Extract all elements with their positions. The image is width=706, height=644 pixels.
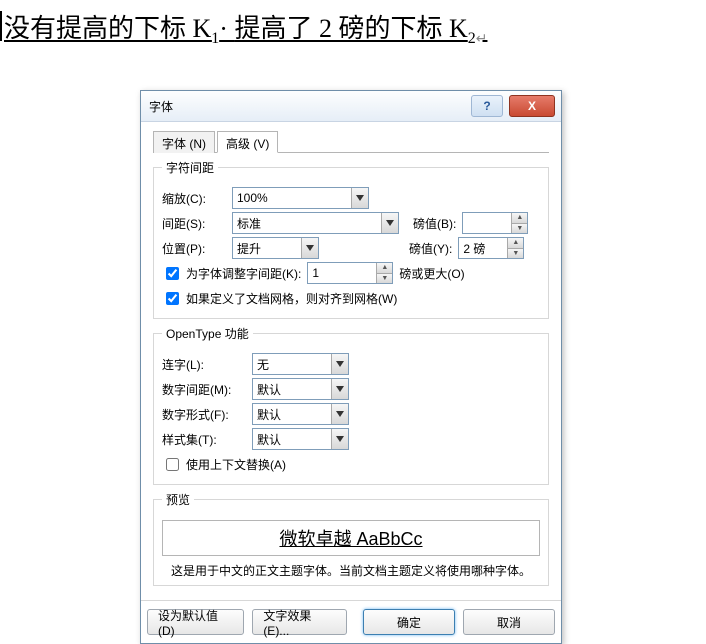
tabstrip: 字体 (N) 高级 (V) bbox=[153, 130, 549, 153]
snapgrid-cb-label: 如果定义了文档网格，则对齐到网格(W) bbox=[186, 290, 397, 307]
help-button[interactable]: ? bbox=[471, 95, 503, 117]
spacing-pt-label: 磅值(B): bbox=[413, 215, 456, 232]
spin-down-icon[interactable]: ▼ bbox=[376, 273, 392, 284]
styleset-input[interactable] bbox=[253, 429, 331, 449]
tab-advanced-label: 高级 (V) bbox=[226, 137, 269, 151]
spacing-input[interactable] bbox=[233, 213, 381, 233]
dropdown-icon[interactable] bbox=[331, 404, 348, 424]
spin-up-icon[interactable]: ▲ bbox=[376, 263, 392, 273]
preview-legend: 预览 bbox=[162, 491, 194, 508]
kerning-suffix: 磅或更大(O) bbox=[399, 265, 464, 282]
snapgrid-cb-input[interactable] bbox=[166, 292, 179, 305]
context-checkbox[interactable]: 使用上下文替换(A) bbox=[162, 455, 286, 474]
numspacing-combo[interactable] bbox=[252, 378, 349, 400]
scale-combo[interactable] bbox=[232, 187, 369, 209]
kerning-input[interactable] bbox=[308, 263, 376, 283]
ligature-label: 连字(L): bbox=[162, 356, 246, 373]
opentype-legend: OpenType 功能 bbox=[162, 325, 253, 342]
cancel-label: 取消 bbox=[497, 614, 521, 631]
tab-font[interactable]: 字体 (N) bbox=[153, 131, 215, 153]
position-pt-input[interactable] bbox=[459, 238, 507, 258]
tab-font-label: 字体 (N) bbox=[162, 137, 206, 151]
preview-box: 微软卓越 AaBbCc bbox=[162, 520, 540, 556]
tab-advanced[interactable]: 高级 (V) bbox=[217, 131, 278, 153]
position-pt-spin[interactable]: ▲▼ bbox=[458, 237, 524, 259]
titlebar[interactable]: 字体 ? X bbox=[141, 91, 561, 122]
ligature-combo[interactable] bbox=[252, 353, 349, 375]
set-default-button[interactable]: 设为默认值(D) bbox=[147, 609, 244, 635]
scale-label: 缩放(C): bbox=[162, 190, 226, 207]
position-pt-label: 磅值(Y): bbox=[409, 240, 452, 257]
kerning-cb-label: 为字体调整字间距(K): bbox=[186, 265, 301, 282]
cancel-button[interactable]: 取消 bbox=[463, 609, 555, 635]
spacing-combo[interactable] bbox=[232, 212, 399, 234]
preview-desc: 这是用于中文的正文主题字体。当前文档主题定义将使用哪种字体。 bbox=[162, 562, 540, 579]
dialog-title: 字体 bbox=[149, 98, 471, 115]
kerning-cb-input[interactable] bbox=[166, 267, 179, 280]
spacing-legend: 字符间距 bbox=[162, 159, 218, 176]
spin-up-icon[interactable]: ▲ bbox=[507, 238, 523, 248]
position-combo[interactable] bbox=[232, 237, 319, 259]
numspacing-label: 数字间距(M): bbox=[162, 381, 246, 398]
spin-down-icon[interactable]: ▼ bbox=[511, 223, 527, 234]
preview-text: 微软卓越 AaBbCc bbox=[279, 525, 422, 551]
styleset-label: 样式集(T): bbox=[162, 431, 246, 448]
spin-up-icon[interactable]: ▲ bbox=[511, 213, 527, 223]
spacing-group: 字符间距 缩放(C): 间距(S): 磅值(B): bbox=[153, 159, 549, 319]
font-dialog: 字体 ? X 字体 (N) 高级 (V) 字符间距 缩放(C): 间 bbox=[140, 90, 562, 644]
spacing-pt-spin[interactable]: ▲▼ bbox=[462, 212, 528, 234]
text-cursor bbox=[0, 11, 2, 41]
kerning-checkbox[interactable]: 为字体调整字间距(K): bbox=[162, 264, 301, 283]
close-button[interactable]: X bbox=[509, 95, 555, 117]
text-effects-label: 文字效果(E)... bbox=[263, 607, 336, 638]
position-label: 位置(P): bbox=[162, 240, 226, 257]
ok-button[interactable]: 确定 bbox=[363, 609, 455, 635]
numform-combo[interactable] bbox=[252, 403, 349, 425]
numform-input[interactable] bbox=[253, 404, 331, 424]
kerning-spin[interactable]: ▲▼ bbox=[307, 262, 393, 284]
dropdown-icon[interactable] bbox=[301, 238, 318, 258]
spacing-label: 间距(S): bbox=[162, 215, 226, 232]
set-default-label: 设为默认值(D) bbox=[158, 607, 233, 638]
dropdown-icon[interactable] bbox=[381, 213, 398, 233]
context-cb-input[interactable] bbox=[166, 458, 179, 471]
doc-text-1: 没有提高的下标 K bbox=[4, 14, 211, 43]
spin-down-icon[interactable]: ▼ bbox=[507, 248, 523, 259]
dropdown-icon[interactable] bbox=[331, 354, 348, 374]
position-input[interactable] bbox=[233, 238, 301, 258]
spacing-pt-input[interactable] bbox=[463, 213, 511, 233]
ok-label: 确定 bbox=[397, 614, 421, 631]
document-sample-line: 没有提高的下标 K1· 提高了 2 磅的下标 K2↵ bbox=[0, 8, 487, 48]
styleset-combo[interactable] bbox=[252, 428, 349, 450]
doc-text-2: 提高了 2 磅的下标 K bbox=[234, 14, 467, 43]
preview-group: 预览 微软卓越 AaBbCc 这是用于中文的正文主题字体。当前文档主题定义将使用… bbox=[153, 491, 549, 586]
text-effects-button[interactable]: 文字效果(E)... bbox=[252, 609, 347, 635]
doc-sep: · bbox=[219, 14, 234, 43]
dropdown-icon[interactable] bbox=[331, 429, 348, 449]
snapgrid-checkbox[interactable]: 如果定义了文档网格，则对齐到网格(W) bbox=[162, 289, 397, 308]
dropdown-icon[interactable] bbox=[351, 188, 368, 208]
numform-label: 数字形式(F): bbox=[162, 406, 246, 423]
doc-sub-2: 2 bbox=[468, 30, 476, 47]
scale-input[interactable] bbox=[233, 188, 351, 208]
paragraph-mark: ↵ bbox=[476, 32, 488, 47]
dropdown-icon[interactable] bbox=[331, 379, 348, 399]
context-cb-label: 使用上下文替换(A) bbox=[186, 456, 286, 473]
opentype-group: OpenType 功能 连字(L): 数字间距(M): bbox=[153, 325, 549, 485]
numspacing-input[interactable] bbox=[253, 379, 331, 399]
ligature-input[interactable] bbox=[253, 354, 331, 374]
dialog-buttons: 设为默认值(D) 文字效果(E)... 确定 取消 bbox=[141, 600, 561, 643]
